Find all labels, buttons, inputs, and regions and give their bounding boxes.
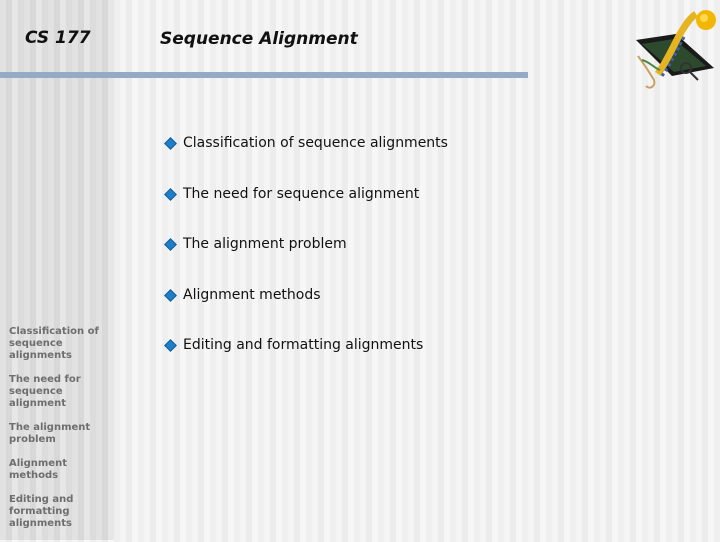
- diamond-bullet-icon: [164, 187, 177, 201]
- bullet-label: Classification of sequence alignments: [183, 135, 448, 151]
- bullet-item: Editing and formatting alignments: [163, 337, 423, 353]
- sidebar-item-methods[interactable]: Alignment methods: [9, 458, 109, 482]
- bullet-item: The alignment problem: [163, 236, 347, 252]
- dna-magnifier-logo-icon: [628, 4, 718, 94]
- title-underline: [0, 72, 528, 78]
- bullet-item: Classification of sequence alignments: [163, 135, 448, 151]
- sidebar-item-need[interactable]: The need for sequence alignment: [9, 374, 109, 410]
- slide-title: Sequence Alignment: [160, 29, 358, 49]
- bullet-item: Alignment methods: [163, 287, 321, 303]
- sidebar-nav: Classification of sequence alignments Th…: [9, 326, 109, 542]
- sidebar-item-problem[interactable]: The alignment problem: [9, 422, 109, 446]
- bullet-label: The alignment problem: [183, 236, 347, 252]
- bullet-label: Alignment methods: [183, 287, 321, 303]
- diamond-bullet-icon: [164, 136, 177, 150]
- bullet-label: Editing and formatting alignments: [183, 337, 424, 353]
- diamond-bullet-icon: [164, 288, 177, 302]
- bullet-label: The need for sequence alignment: [183, 186, 420, 202]
- diamond-bullet-icon: [164, 338, 177, 352]
- sidebar-item-classification[interactable]: Classification of sequence alignments: [9, 326, 109, 362]
- course-label: CS 177: [25, 28, 91, 48]
- bullet-item: The need for sequence alignment: [163, 186, 419, 202]
- diamond-bullet-icon: [164, 237, 177, 251]
- sidebar-item-editing[interactable]: Editing and formatting alignments: [9, 494, 109, 530]
